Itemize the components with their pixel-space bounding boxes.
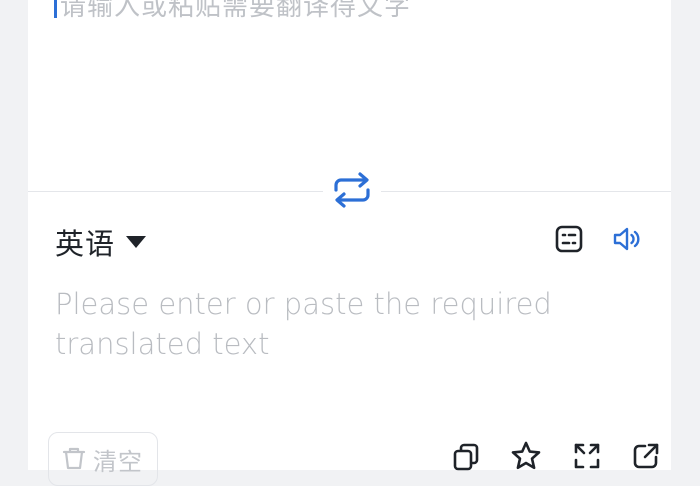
target-text-placeholder[interactable]: Please enter or paste the required trans… <box>55 284 615 364</box>
share-button[interactable] <box>628 440 664 476</box>
speaker-icon <box>611 225 643 257</box>
caret-down-icon <box>125 235 147 249</box>
target-language-label: 英语 <box>55 227 116 261</box>
speak-button[interactable] <box>610 224 644 258</box>
clear-label: 清空 <box>93 447 143 476</box>
fullscreen-button[interactable] <box>569 440 605 476</box>
translator-card: 请输入或粘贴需要翻译得文字 英语 Please enter or paste t… <box>28 0 671 486</box>
source-placeholder: 请输入或粘贴需要翻译得文字 <box>60 0 412 22</box>
text-cursor <box>54 0 57 18</box>
star-icon <box>510 440 542 476</box>
target-language-selector[interactable]: 英语 <box>55 220 147 264</box>
source-text-input[interactable]: 请输入或粘贴需要翻译得文字 <box>28 0 671 191</box>
keyboard-button[interactable] <box>552 224 586 258</box>
favorite-button[interactable] <box>508 440 544 476</box>
copy-button[interactable] <box>448 440 484 476</box>
swap-arrows-icon <box>328 170 376 214</box>
clear-button[interactable]: 清空 <box>48 432 158 486</box>
keyboard-icon <box>554 224 584 258</box>
swap-languages-button[interactable] <box>323 168 381 216</box>
